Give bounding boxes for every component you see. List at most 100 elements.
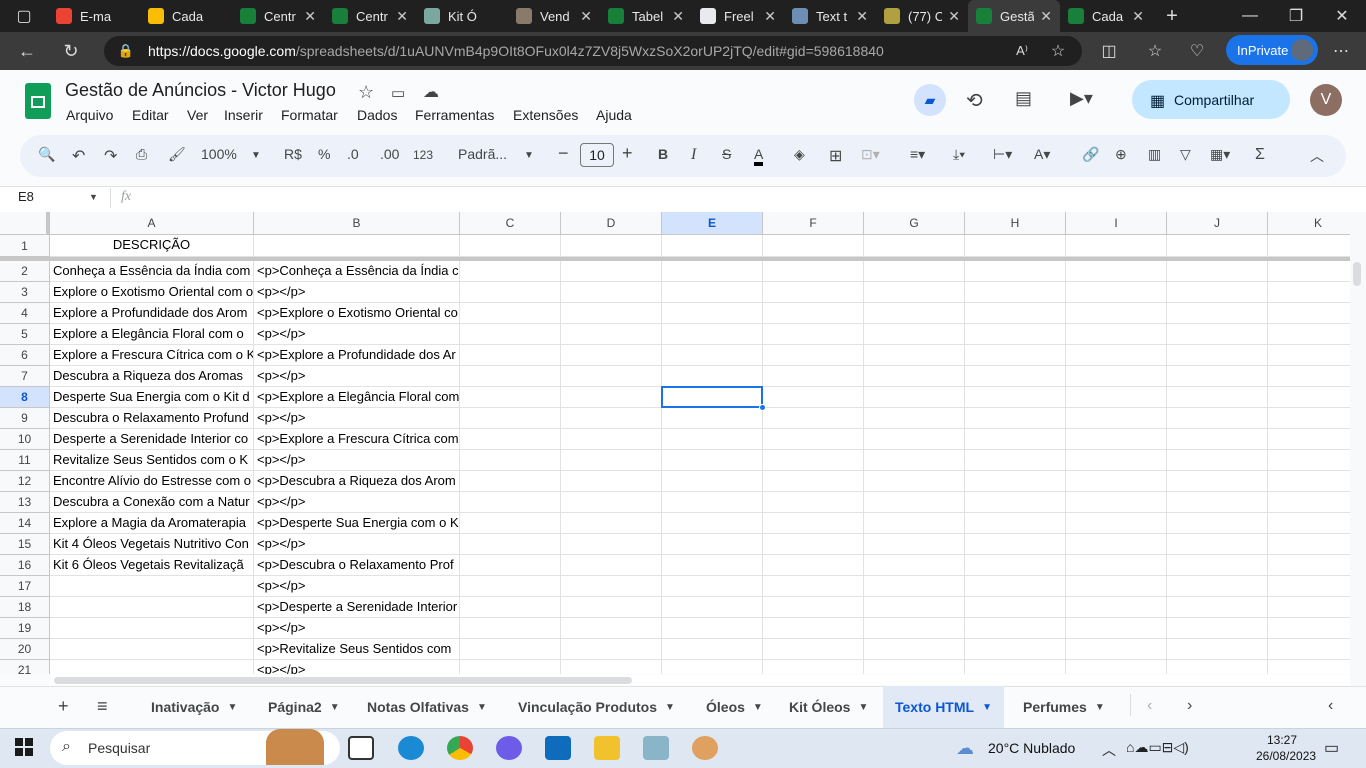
row-header[interactable]: 19 — [0, 618, 50, 639]
table-cell[interactable] — [965, 282, 1066, 303]
table-cell[interactable] — [965, 660, 1066, 674]
paint-format-icon[interactable]: 🖌 — [168, 146, 186, 163]
tab-actions-icon[interactable]: ▢ — [14, 7, 34, 25]
table-cell[interactable] — [460, 345, 561, 366]
browser-essentials-icon[interactable]: ♡ — [1186, 41, 1208, 61]
table-cell[interactable] — [1167, 282, 1268, 303]
system-clock[interactable]: 13:27 26/08/2023 — [1256, 732, 1316, 764]
task-view-icon[interactable] — [348, 736, 374, 760]
table-cell[interactable] — [763, 366, 864, 387]
notepad-app-icon[interactable] — [643, 736, 669, 760]
table-cell[interactable] — [561, 261, 662, 282]
table-cell[interactable] — [965, 639, 1066, 660]
sheet-tab[interactable]: Inativação ▼ — [139, 686, 249, 728]
show-hidden-icons-icon[interactable]: ︿ — [1102, 740, 1116, 760]
table-cell[interactable] — [1066, 408, 1167, 429]
table-cell[interactable]: <p></p> — [254, 660, 460, 674]
table-cell[interactable] — [864, 555, 965, 576]
table-cell[interactable] — [561, 366, 662, 387]
table-cell[interactable] — [1167, 618, 1268, 639]
table-cell[interactable] — [662, 576, 763, 597]
table-cell[interactable]: <p></p> — [254, 576, 460, 597]
vertical-scroll-thumb[interactable] — [1353, 262, 1361, 286]
table-cell[interactable]: Explore a Frescura Cítrica com o K — [50, 345, 254, 366]
table-cell[interactable] — [1268, 576, 1350, 597]
close-tab-icon[interactable]: ✕ — [396, 8, 408, 25]
horizontal-align-icon[interactable]: ≡▾ — [910, 146, 925, 163]
table-cell[interactable]: Conheça a Essência da Índia com — [50, 261, 254, 282]
table-cell[interactable]: <p></p> — [254, 618, 460, 639]
table-cell[interactable] — [965, 235, 1066, 257]
decrease-font-size-icon[interactable]: − — [558, 143, 569, 164]
table-cell[interactable] — [965, 471, 1066, 492]
close-tab-icon[interactable]: ✕ — [948, 8, 960, 25]
table-cell[interactable]: <p>Explore a Elegância Floral com — [254, 387, 460, 408]
table-cell[interactable] — [460, 576, 561, 597]
menu-item[interactable]: Arquivo — [66, 107, 113, 123]
row-header[interactable]: 18 — [0, 597, 50, 618]
name-box[interactable]: E8 — [18, 189, 34, 204]
table-cell[interactable] — [1167, 345, 1268, 366]
table-cell[interactable]: Descubra a Conexão com a Natur — [50, 492, 254, 513]
table-cell[interactable]: <p>Revitalize Seus Sentidos com — [254, 639, 460, 660]
table-cell[interactable] — [1167, 235, 1268, 257]
table-cell[interactable] — [662, 282, 763, 303]
borders-icon[interactable]: ⊞ — [829, 146, 842, 166]
row-header[interactable]: 9 — [0, 408, 50, 429]
browser-tab[interactable]: Gestã ✕ — [968, 0, 1060, 32]
row-header[interactable]: 14 — [0, 513, 50, 534]
table-cell[interactable] — [763, 450, 864, 471]
restore-icon[interactable]: ❐ — [1288, 6, 1304, 26]
column-header[interactable]: A — [50, 212, 254, 235]
comments-icon[interactable]: ▤ — [1015, 88, 1032, 109]
side-panel-toggle-icon[interactable]: ‹ — [1328, 697, 1333, 715]
add-sheet-icon[interactable]: + — [58, 696, 69, 717]
table-cell[interactable] — [561, 513, 662, 534]
table-cell[interactable] — [864, 235, 965, 257]
table-cell[interactable] — [460, 618, 561, 639]
table-cell[interactable] — [864, 618, 965, 639]
table-cell[interactable] — [561, 345, 662, 366]
close-tab-icon[interactable]: ✕ — [764, 8, 776, 25]
table-cell[interactable] — [763, 597, 864, 618]
table-cell[interactable] — [1268, 555, 1350, 576]
table-cell[interactable] — [1066, 261, 1167, 282]
table-cell[interactable] — [50, 639, 254, 660]
table-cell[interactable] — [1268, 261, 1350, 282]
table-cell[interactable]: <p>Explore o Exotismo Oriental co — [254, 303, 460, 324]
table-cell[interactable] — [965, 261, 1066, 282]
table-cell[interactable] — [561, 235, 662, 257]
table-cell[interactable] — [763, 576, 864, 597]
browser-tab[interactable]: Tabel ✕ — [600, 0, 692, 32]
row-header[interactable]: 20 — [0, 639, 50, 660]
table-cell[interactable] — [1167, 534, 1268, 555]
table-cell[interactable] — [763, 387, 864, 408]
table-cell[interactable] — [1066, 324, 1167, 345]
table-cell[interactable] — [965, 618, 1066, 639]
table-cell[interactable] — [460, 555, 561, 576]
italic-icon[interactable]: I — [691, 146, 696, 164]
table-cell[interactable] — [1167, 597, 1268, 618]
table-cell[interactable] — [561, 324, 662, 345]
scroll-tabs-right-icon[interactable]: › — [1187, 697, 1192, 715]
table-cell[interactable] — [662, 324, 763, 345]
table-cell[interactable]: <p>Explore a Frescura Cítrica com — [254, 429, 460, 450]
weather-cloud-icon[interactable]: ☁ — [956, 738, 974, 759]
table-cell[interactable] — [1066, 660, 1167, 674]
merge-cells-icon[interactable]: ⊡▾ — [861, 146, 880, 163]
table-cell[interactable] — [561, 597, 662, 618]
table-cell[interactable] — [1268, 366, 1350, 387]
sheet-tab[interactable]: Óleos ▼ — [694, 686, 775, 728]
table-cell[interactable] — [965, 513, 1066, 534]
table-cell[interactable] — [460, 324, 561, 345]
table-cell[interactable] — [1066, 492, 1167, 513]
table-cell[interactable]: Explore a Magia da Aromaterapia — [50, 513, 254, 534]
table-cell[interactable] — [1066, 387, 1167, 408]
share-button[interactable]: ▦ Compartilhar — [1132, 80, 1290, 119]
table-cell[interactable] — [561, 576, 662, 597]
table-cell[interactable]: Desperte Sua Energia com o Kit d — [50, 387, 254, 408]
table-cell[interactable]: Descubra a Riqueza dos Aromas — [50, 366, 254, 387]
table-cell[interactable]: Revitalize Seus Sentidos com o K — [50, 450, 254, 471]
table-cell[interactable] — [662, 555, 763, 576]
table-cell[interactable] — [864, 639, 965, 660]
